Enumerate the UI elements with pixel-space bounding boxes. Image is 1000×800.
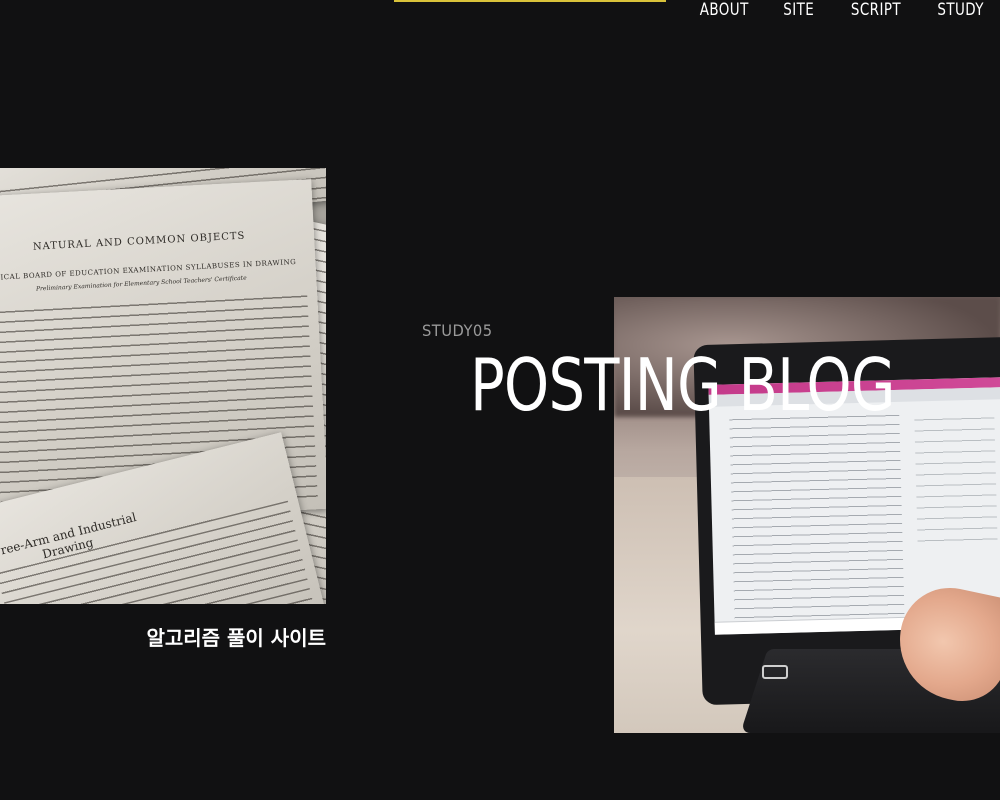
screen-sidebar: [914, 411, 998, 544]
main-nav: ABOUT SITE SCRIPT STUDY: [693, 0, 984, 22]
paper-heading-1: NATURAL AND COMMON OBJECTS: [32, 230, 246, 253]
nav-item-site[interactable]: SITE: [783, 0, 814, 20]
laptop-logo-icon: [762, 665, 788, 679]
feature-title[interactable]: POSTING BLOG: [470, 340, 896, 430]
page: ABOUT SITE SCRIPT STUDY NATURAL AND COMM…: [0, 0, 1000, 800]
feature-caption[interactable]: 알고리즘 풀이 사이트: [0, 622, 326, 651]
nav-item-script[interactable]: SCRIPT: [851, 0, 901, 20]
top-accent-bar: [394, 0, 666, 2]
study-kicker: STUDY05: [422, 321, 493, 340]
nav-item-about[interactable]: ABOUT: [700, 0, 749, 20]
nav-item-study[interactable]: STUDY: [937, 0, 984, 20]
screen-document: [729, 409, 905, 630]
papers-photo[interactable]: NATURAL AND COMMON OBJECTS TYPICAL BOARD…: [0, 168, 326, 604]
